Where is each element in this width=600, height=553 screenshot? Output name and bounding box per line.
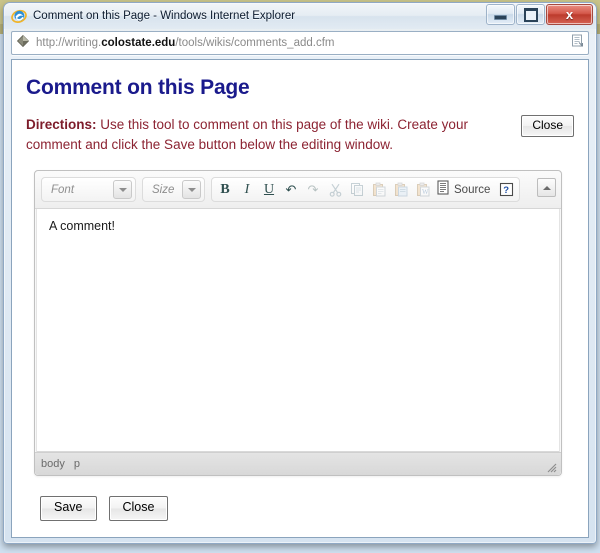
editor-content-text: A comment! xyxy=(49,219,115,234)
url-suffix: /tools/wikis/comments_add.cfm xyxy=(175,37,335,49)
favicon-diamond-icon xyxy=(16,34,30,53)
copy-button[interactable] xyxy=(346,179,368,200)
toolbar-collapse-button[interactable] xyxy=(537,178,556,198)
svg-text:?: ? xyxy=(503,185,509,196)
cut-button[interactable] xyxy=(324,179,346,200)
footer-buttons: Save Close xyxy=(40,496,574,521)
editor-content-area[interactable]: A comment! xyxy=(37,209,559,453)
underline-button[interactable]: U xyxy=(258,179,280,200)
toolbar-group-size: Size xyxy=(142,177,205,203)
maximize-button[interactable] xyxy=(516,4,545,25)
internet-explorer-window: Comment on this Page - Windows Internet … xyxy=(3,2,597,544)
toolbar-group-styles: Font xyxy=(41,177,136,203)
redo-button[interactable]: ↷ xyxy=(302,179,324,200)
undo-button[interactable]: ↶ xyxy=(280,179,302,200)
paste-button[interactable] xyxy=(368,179,390,200)
svg-text:W: W xyxy=(422,188,429,196)
maximize-icon xyxy=(523,7,538,22)
chevron-down-icon xyxy=(113,180,132,200)
directions-row: Directions: Use this tool to comment on … xyxy=(26,115,574,154)
paste-plain-text-button[interactable] xyxy=(390,179,412,200)
save-button[interactable]: Save xyxy=(40,496,97,521)
minimize-button[interactable] xyxy=(486,4,515,25)
address-url: http://writing.colostate.edu/tools/wikis… xyxy=(36,37,334,49)
address-bar-row: http://writing.colostate.edu/tools/wikis… xyxy=(4,29,596,57)
page-feed-icon[interactable] xyxy=(571,34,584,52)
close-icon: x xyxy=(565,7,574,22)
size-dropdown[interactable]: Size xyxy=(145,179,202,200)
window-close-button[interactable]: x xyxy=(546,4,593,25)
paste-from-word-button[interactable]: W xyxy=(412,179,434,200)
elements-path-p[interactable]: p xyxy=(74,458,80,470)
address-bar[interactable]: http://writing.colostate.edu/tools/wikis… xyxy=(11,31,589,55)
internet-explorer-icon xyxy=(11,8,27,24)
help-icon: ? xyxy=(499,183,513,196)
editor-status-bar: body p xyxy=(35,452,561,476)
chevron-down-icon xyxy=(182,180,201,200)
window-title: Comment on this Page - Windows Internet … xyxy=(33,10,296,22)
toolbar-group-basic: B I U ↶ ↷ W Source ? xyxy=(211,177,521,203)
close-button[interactable]: Close xyxy=(108,496,169,521)
directions-text: Directions: Use this tool to comment on … xyxy=(26,115,521,154)
window-title-bar: Comment on this Page - Windows Internet … xyxy=(4,3,596,29)
size-dropdown-label: Size xyxy=(152,183,175,196)
font-dropdown[interactable]: Font xyxy=(44,179,133,200)
source-button[interactable]: Source xyxy=(434,179,495,200)
page-bottom-filler xyxy=(26,521,574,535)
elements-path-body[interactable]: body xyxy=(41,458,65,470)
url-domain: colostate.edu xyxy=(101,37,176,49)
chevron-up-icon xyxy=(542,185,551,190)
editor-body-wrap: A comment! xyxy=(36,209,560,453)
url-prefix: http://writing. xyxy=(36,37,102,49)
bold-button[interactable]: B xyxy=(214,179,236,200)
window-controls: x xyxy=(486,4,593,25)
resize-grip-icon[interactable] xyxy=(545,460,557,473)
source-document-icon xyxy=(436,180,450,200)
directions-label: Directions: xyxy=(26,117,97,132)
page-canvas: Comment on this Page Directions: Use thi… xyxy=(11,59,589,538)
elements-path: body p xyxy=(41,458,80,470)
help-button[interactable]: ? xyxy=(495,179,517,200)
minimize-icon xyxy=(494,14,507,20)
page-title: Comment on this Page xyxy=(26,76,250,99)
rich-text-editor: Font Size B I U ↶ ↷ W Source ? A comment… xyxy=(34,170,562,477)
close-top-button[interactable]: Close xyxy=(521,115,574,138)
editor-toolbar: Font Size B I U ↶ ↷ W Source ? xyxy=(35,171,561,210)
font-dropdown-label: Font xyxy=(51,183,75,196)
italic-button[interactable]: I xyxy=(236,179,258,200)
source-button-label: Source xyxy=(454,183,491,196)
